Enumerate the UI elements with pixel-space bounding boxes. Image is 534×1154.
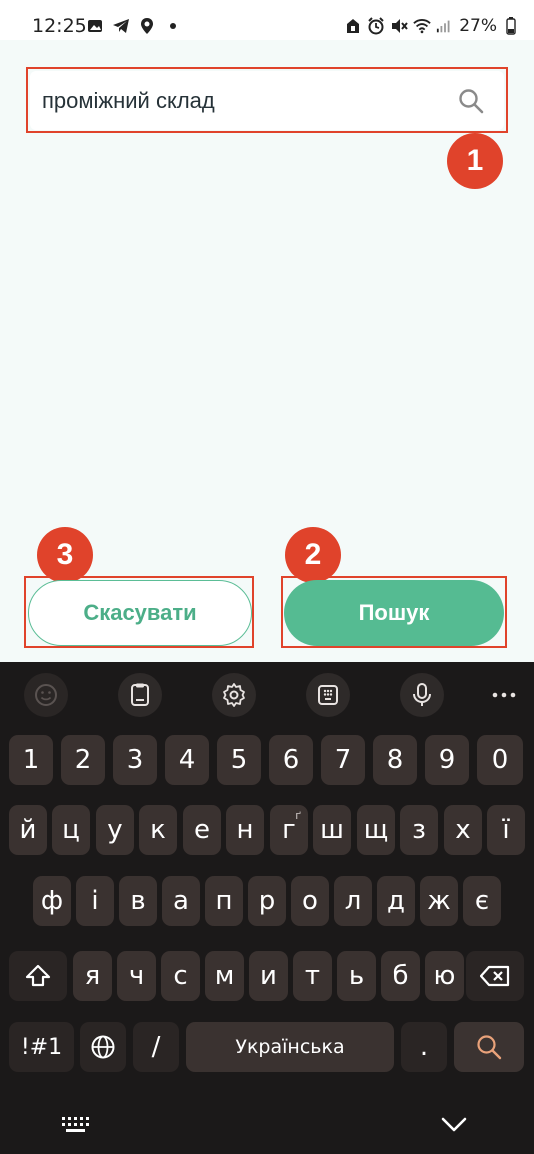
language-key[interactable] (80, 1022, 126, 1072)
gallery-icon (86, 17, 104, 35)
shift-key[interactable] (9, 951, 67, 1001)
dot-icon (164, 17, 182, 35)
keyboard-switch-icon[interactable] (60, 1116, 90, 1138)
key-letter[interactable]: щ (357, 805, 395, 855)
key-2[interactable]: 2 (61, 735, 105, 785)
annotation-box-search-button (281, 576, 507, 648)
clipboard-icon[interactable] (118, 673, 162, 717)
key-letter[interactable]: м (205, 951, 244, 1001)
key-letter[interactable]: ш (313, 805, 351, 855)
key-letter[interactable]: с (161, 951, 200, 1001)
key-letter[interactable]: а (162, 876, 200, 926)
key-0[interactable]: 0 (477, 735, 523, 785)
key-letter[interactable]: й (9, 805, 47, 855)
key-letter[interactable]: ф (33, 876, 71, 926)
symbols-key[interactable]: !#1 (9, 1022, 74, 1072)
key-5[interactable]: 5 (217, 735, 261, 785)
navigation-bar (0, 1096, 534, 1154)
slash-key[interactable]: / (133, 1022, 179, 1072)
key-letter[interactable]: х (444, 805, 482, 855)
key-4[interactable]: 4 (165, 735, 209, 785)
key-letter[interactable]: н (226, 805, 264, 855)
key-letter[interactable]: п (205, 876, 243, 926)
key-letter[interactable]: и (249, 951, 288, 1001)
key-letter[interactable]: в (119, 876, 157, 926)
search-icon (477, 1035, 502, 1060)
system-icons: 27% (344, 14, 520, 38)
annotation-badge-2: 2 (285, 527, 341, 583)
key-letter[interactable]: з (400, 805, 438, 855)
key-letter[interactable]: у (96, 805, 134, 855)
key-1[interactable]: 1 (9, 735, 53, 785)
battery-icon (502, 17, 520, 35)
key-9[interactable]: 9 (425, 735, 469, 785)
key-letter[interactable]: ь (337, 951, 376, 1001)
notification-icons (86, 14, 182, 38)
key-letter[interactable]: є (463, 876, 501, 926)
backspace-icon (480, 965, 510, 987)
globe-icon (91, 1035, 115, 1059)
microphone-icon[interactable] (400, 673, 444, 717)
keypad-icon[interactable] (306, 673, 350, 717)
shift-icon (25, 964, 51, 987)
home-lock-icon (344, 17, 362, 35)
key-letter[interactable]: ч (117, 951, 156, 1001)
key-3[interactable]: 3 (113, 735, 157, 785)
annotation-box-search (26, 67, 508, 133)
key-7[interactable]: 7 (321, 735, 365, 785)
annotation-badge-3: 3 (37, 527, 93, 583)
key-letter[interactable]: ю (425, 951, 464, 1001)
key-letter[interactable]: е (183, 805, 221, 855)
key-letter[interactable]: о (291, 876, 329, 926)
keyboard-toolbar (0, 662, 534, 724)
key-letter[interactable]: ц (52, 805, 90, 855)
search-action-key[interactable] (454, 1022, 524, 1072)
status-time: 12:25 (32, 15, 87, 37)
key-letter[interactable]: ї (487, 805, 525, 855)
mute-icon (390, 17, 408, 35)
telegram-icon (112, 17, 130, 35)
more-icon[interactable] (482, 673, 526, 717)
key-8[interactable]: 8 (373, 735, 417, 785)
location-icon (138, 17, 156, 35)
hide-keyboard-icon[interactable] (440, 1116, 468, 1138)
key-letter[interactable]: р (248, 876, 286, 926)
key-6[interactable]: 6 (269, 735, 313, 785)
keyboard: 1 2 3 4 5 6 7 8 9 0 й ц у к е н г ґ ш щ … (0, 662, 534, 1154)
key-letter[interactable]: я (73, 951, 112, 1001)
key-letter[interactable]: і (76, 876, 114, 926)
settings-icon[interactable] (212, 673, 256, 717)
wifi-icon (413, 17, 431, 35)
key-letter[interactable]: т (293, 951, 332, 1001)
key-letter[interactable]: л (334, 876, 372, 926)
signal-icon (436, 17, 454, 35)
key-letter[interactable]: ж (420, 876, 458, 926)
key-main-label: г (282, 815, 296, 845)
key-letter-g[interactable]: г ґ (270, 805, 308, 855)
annotation-box-cancel (24, 576, 254, 648)
key-letter[interactable]: к (139, 805, 177, 855)
space-key[interactable]: Українська (186, 1022, 394, 1072)
key-letter[interactable]: б (381, 951, 420, 1001)
battery-percent: 27% (459, 16, 497, 36)
status-bar: 12:25 27% (0, 0, 534, 40)
emoji-icon[interactable] (24, 673, 68, 717)
key-alt-label: ґ (295, 809, 301, 822)
period-key[interactable]: . (401, 1022, 447, 1072)
backspace-key[interactable] (466, 951, 524, 1001)
key-letter[interactable]: д (377, 876, 415, 926)
alarm-icon (367, 17, 385, 35)
annotation-badge-1: 1 (447, 133, 503, 189)
